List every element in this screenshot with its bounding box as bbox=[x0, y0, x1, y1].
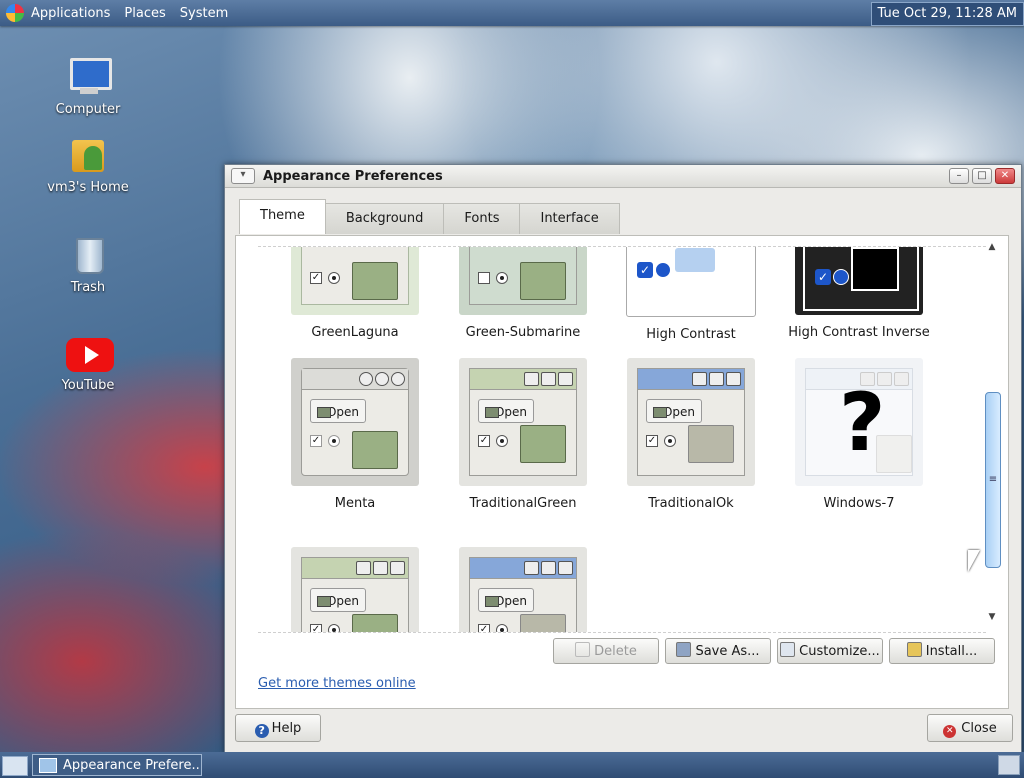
install-icon bbox=[906, 642, 922, 657]
customize-button[interactable]: Customize... bbox=[777, 638, 883, 664]
mouse-cursor-icon bbox=[968, 550, 980, 572]
taskbar-window-label: Appearance Prefere... bbox=[63, 758, 202, 773]
menu-places[interactable]: Places bbox=[124, 6, 165, 21]
save-icon bbox=[676, 642, 692, 657]
close-button[interactable]: ✕ Close bbox=[927, 714, 1013, 742]
tab-background[interactable]: Background bbox=[324, 203, 445, 234]
theme-name: Green-Submarine bbox=[465, 325, 581, 340]
youtube-icon bbox=[66, 330, 114, 374]
theme-preview: ? bbox=[795, 358, 923, 486]
theme-item-high-contrast[interactable]: ✓ High Contrast bbox=[616, 247, 766, 342]
theme-item-traditionalgreen[interactable]: Open ✓ TraditionalGreen bbox=[448, 358, 598, 511]
minimize-icon[interactable]: – bbox=[949, 168, 969, 184]
window-controls: – □ ✕ bbox=[946, 168, 1015, 184]
clock[interactable]: Tue Oct 29, 11:28 AM bbox=[870, 2, 1024, 26]
distro-logo-icon[interactable] bbox=[6, 4, 24, 22]
theme-item-traditionalok[interactable]: Open ✓ TraditionalOk bbox=[616, 358, 766, 511]
preview-open-label: Open bbox=[310, 588, 366, 612]
theme-name: TraditionalGreen bbox=[469, 496, 577, 511]
delete-icon bbox=[575, 642, 591, 657]
desktop-icon-label: YouTube bbox=[61, 378, 115, 393]
home-folder-icon bbox=[66, 132, 110, 176]
theme-list-scrollbar[interactable]: ▲ ≡ ▼ bbox=[984, 242, 1001, 624]
theme-name: TraditionalOk bbox=[648, 496, 734, 511]
close-icon: ✕ bbox=[943, 725, 957, 738]
preview-open-label: Open bbox=[478, 399, 534, 423]
delete-button[interactable]: Delete bbox=[553, 638, 659, 664]
theme-preview: Open ✓ bbox=[291, 358, 419, 486]
preview-open-label: Open bbox=[310, 399, 366, 423]
install-label: Install... bbox=[925, 644, 978, 659]
scroll-down-icon[interactable]: ▼ bbox=[984, 612, 1000, 624]
theme-name: Windows-7 bbox=[823, 496, 895, 511]
theme-item-partial[interactable]: Open ✓ bbox=[280, 547, 430, 632]
help-icon: ? bbox=[254, 724, 269, 738]
scroll-thumb[interactable]: ≡ bbox=[985, 392, 1001, 568]
customize-icon bbox=[780, 642, 796, 657]
desktop-icon-label: Trash bbox=[70, 280, 106, 295]
window-title: Appearance Preferences bbox=[263, 168, 443, 184]
theme-preview: Open ✓ bbox=[459, 358, 587, 486]
window-menu-icon[interactable]: ▾ bbox=[231, 168, 255, 184]
show-desktop-icon[interactable] bbox=[2, 756, 28, 776]
tab-fonts[interactable]: Fonts bbox=[443, 203, 521, 234]
theme-preview bbox=[459, 247, 587, 315]
desktop-icon-youtube[interactable]: YouTube bbox=[38, 330, 138, 393]
close-window-icon[interactable]: ✕ bbox=[995, 168, 1015, 184]
theme-preview: ✓ bbox=[291, 247, 419, 315]
install-button[interactable]: Install... bbox=[889, 638, 995, 664]
windows7-question-mark: ? bbox=[839, 376, 886, 469]
appearance-preferences-window: ▾ Appearance Preferences – □ ✕ Theme Bac… bbox=[224, 164, 1022, 754]
computer-icon bbox=[66, 54, 112, 98]
theme-item-windows-7[interactable]: ? Windows-7 bbox=[784, 358, 934, 511]
theme-item-partial[interactable]: Open ✓ bbox=[448, 547, 598, 632]
help-button[interactable]: ? Help bbox=[235, 714, 321, 742]
maximize-icon[interactable]: □ bbox=[972, 168, 992, 184]
trash-icon bbox=[66, 232, 110, 276]
desktop-icon-home[interactable]: vm3's Home bbox=[38, 132, 138, 195]
desktop-icon-trash[interactable]: Trash bbox=[38, 232, 138, 295]
save-as-button[interactable]: Save As... bbox=[665, 638, 771, 664]
customize-label: Customize... bbox=[799, 644, 880, 659]
theme-list[interactable]: ✓ GreenLaguna Green-Submarine ✓ High Con… bbox=[258, 246, 986, 633]
help-label: Help bbox=[271, 721, 302, 736]
appearance-app-icon bbox=[39, 758, 57, 773]
preview-open-label: Open bbox=[478, 588, 534, 612]
theme-item-greenlaguna[interactable]: ✓ GreenLaguna bbox=[280, 247, 430, 340]
theme-item-high-contrast-inverse[interactable]: ✓ High Contrast Inverse bbox=[784, 247, 934, 340]
delete-label: Delete bbox=[594, 644, 637, 659]
theme-item-green-submarine[interactable]: Green-Submarine bbox=[448, 247, 598, 340]
theme-name: Menta bbox=[334, 496, 376, 511]
bottom-panel: Appearance Prefere... bbox=[0, 752, 1024, 778]
preview-open-label: Open bbox=[646, 399, 702, 423]
theme-name: High Contrast bbox=[646, 327, 736, 342]
menu-system[interactable]: System bbox=[180, 6, 228, 21]
theme-preview: Open ✓ bbox=[627, 358, 755, 486]
scroll-up-icon[interactable]: ▲ bbox=[984, 242, 1000, 254]
main-menu: Applications Places System bbox=[0, 0, 242, 26]
desktop-icon-label: vm3's Home bbox=[47, 180, 129, 195]
save-as-label: Save As... bbox=[695, 644, 760, 659]
taskbar-window-button[interactable]: Appearance Prefere... bbox=[32, 754, 202, 776]
theme-name: GreenLaguna bbox=[311, 325, 399, 340]
theme-name: High Contrast Inverse bbox=[788, 325, 930, 340]
theme-preview: Open ✓ bbox=[291, 547, 419, 632]
tab-theme[interactable]: Theme bbox=[239, 199, 326, 234]
workspace-switcher-icon[interactable] bbox=[998, 755, 1020, 775]
top-panel: Applications Places System Tue Oct 29, 1… bbox=[0, 0, 1024, 26]
tab-interface[interactable]: Interface bbox=[519, 203, 620, 234]
menu-applications[interactable]: Applications bbox=[31, 6, 110, 21]
theme-item-menta[interactable]: Open ✓ Menta bbox=[280, 358, 430, 511]
desktop-icon-label: Computer bbox=[55, 102, 121, 117]
theme-preview: Open ✓ bbox=[459, 547, 587, 632]
window-titlebar[interactable]: ▾ Appearance Preferences – □ ✕ bbox=[225, 165, 1021, 188]
theme-preview: ✓ bbox=[626, 247, 756, 317]
tab-bar: Theme Background Fonts Interface bbox=[239, 199, 620, 234]
theme-preview: ✓ bbox=[795, 247, 923, 315]
get-more-themes-link[interactable]: Get more themes online bbox=[258, 676, 416, 691]
close-label: Close bbox=[961, 721, 997, 736]
desktop-icon-computer[interactable]: Computer bbox=[38, 54, 138, 117]
theme-panel: ✓ GreenLaguna Green-Submarine ✓ High Con… bbox=[235, 235, 1009, 709]
